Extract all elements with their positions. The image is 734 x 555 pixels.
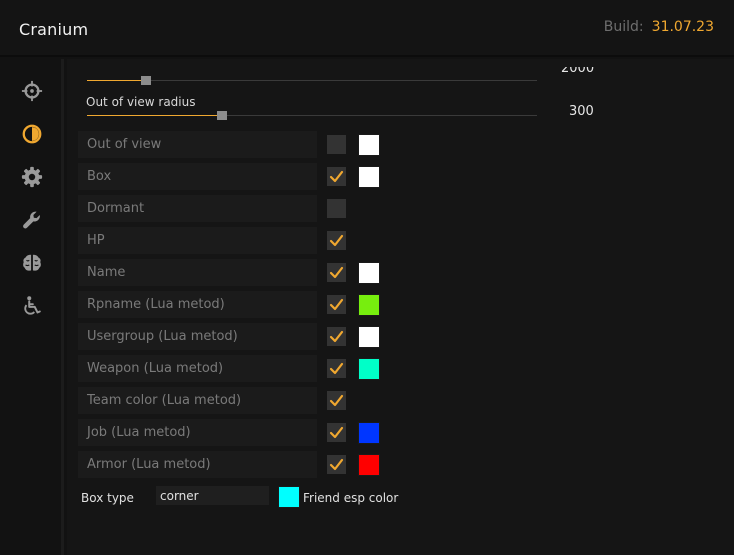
option-checkbox[interactable] <box>327 359 346 378</box>
option-checkbox[interactable] <box>327 423 346 442</box>
slider-fill <box>87 115 222 116</box>
gear-icon <box>21 166 43 188</box>
option-row: Out of view <box>78 131 317 158</box>
out-of-view-radius-value: 300 <box>569 104 594 119</box>
visuals-panel: 2000 Out of view radius 300 Out of view B… <box>67 59 734 555</box>
option-row: Weapon (Lua metod) <box>78 355 317 382</box>
option-row: Armor (Lua metod) <box>78 451 317 478</box>
option-checkbox[interactable] <box>327 295 346 314</box>
option-row: Dormant <box>78 195 317 222</box>
checkmark-icon <box>329 362 344 375</box>
build-label: Build: <box>603 19 644 35</box>
option-color-swatch[interactable] <box>358 134 380 156</box>
box-type-select[interactable]: corner <box>156 486 269 505</box>
option-checkbox[interactable] <box>327 455 346 474</box>
nav-item-settings[interactable] <box>19 164 45 190</box>
nav-item-accessibility[interactable] <box>19 293 45 319</box>
option-label: Box <box>87 169 112 184</box>
wheelchair-icon <box>24 296 41 315</box>
slider-track <box>87 80 537 81</box>
option-checkbox[interactable] <box>327 391 346 410</box>
brain-icon <box>23 254 41 271</box>
option-label: Out of view <box>87 137 162 152</box>
wrench-icon <box>23 211 40 229</box>
option-row: Name <box>78 259 317 286</box>
option-label: Weapon (Lua metod) <box>87 361 224 376</box>
checkmark-icon <box>329 458 344 471</box>
slider-top[interactable] <box>87 75 537 87</box>
option-color-swatch[interactable] <box>358 326 380 348</box>
option-color-swatch[interactable] <box>358 454 380 476</box>
box-type-label: Box type <box>81 491 134 505</box>
option-checkbox[interactable] <box>327 263 346 282</box>
nav-item-aim[interactable] <box>19 78 45 104</box>
out-of-view-radius-slider[interactable] <box>87 110 537 122</box>
option-checkbox[interactable] <box>327 231 346 250</box>
nav-item-misc[interactable] <box>19 250 45 276</box>
out-of-view-radius-label: Out of view radius <box>86 95 196 109</box>
option-label: Team color (Lua metod) <box>87 393 242 408</box>
sidebar <box>0 59 64 555</box>
nav-item-tools[interactable] <box>19 207 45 233</box>
app-title: Cranium <box>19 20 89 39</box>
option-row: Usergroup (Lua metod) <box>78 323 317 350</box>
option-row: Team color (Lua metod) <box>78 387 317 414</box>
friend-esp-color-label: Friend esp color <box>303 491 399 505</box>
option-label: Dormant <box>87 201 145 216</box>
option-row: HP <box>78 227 317 254</box>
slider-fill <box>87 80 146 81</box>
header: Cranium Build: 31.07.23 <box>0 0 734 57</box>
option-label: Rpname (Lua metod) <box>87 297 225 312</box>
option-label: Usergroup (Lua metod) <box>87 329 238 344</box>
crosshair-icon <box>21 80 43 102</box>
build-info: Build: 31.07.23 <box>604 19 714 35</box>
option-row: Rpname (Lua metod) <box>78 291 317 318</box>
option-row: Job (Lua metod) <box>78 419 317 446</box>
option-checkbox[interactable] <box>327 199 346 218</box>
build-value: 31.07.23 <box>651 19 714 35</box>
slider-thumb[interactable] <box>140 76 151 85</box>
option-label: Armor (Lua metod) <box>87 457 211 472</box>
option-color-swatch[interactable] <box>358 422 380 444</box>
option-label: Name <box>87 265 126 280</box>
option-color-swatch[interactable] <box>358 262 380 284</box>
checkmark-icon <box>329 426 344 439</box>
checkmark-icon <box>329 170 344 183</box>
checkmark-icon <box>329 298 344 311</box>
nav-item-visuals[interactable] <box>19 121 45 147</box>
option-checkbox[interactable] <box>327 327 346 346</box>
checkmark-icon <box>329 330 344 343</box>
option-color-swatch[interactable] <box>358 294 380 316</box>
checkmark-icon <box>329 394 344 407</box>
option-row: Box <box>78 163 317 190</box>
option-label: HP <box>87 233 105 248</box>
slider-thumb[interactable] <box>217 111 227 120</box>
option-color-swatch[interactable] <box>358 166 380 188</box>
option-checkbox[interactable] <box>327 135 346 154</box>
option-label: Job (Lua metod) <box>87 425 191 440</box>
friend-esp-color-swatch[interactable] <box>278 486 300 508</box>
visuals-icon <box>22 124 42 144</box>
option-checkbox[interactable] <box>327 167 346 186</box>
option-color-swatch[interactable] <box>358 358 380 380</box>
checkmark-icon <box>329 266 344 279</box>
slider-top-value: 2000 <box>561 67 595 75</box>
checkmark-icon <box>329 234 344 247</box>
